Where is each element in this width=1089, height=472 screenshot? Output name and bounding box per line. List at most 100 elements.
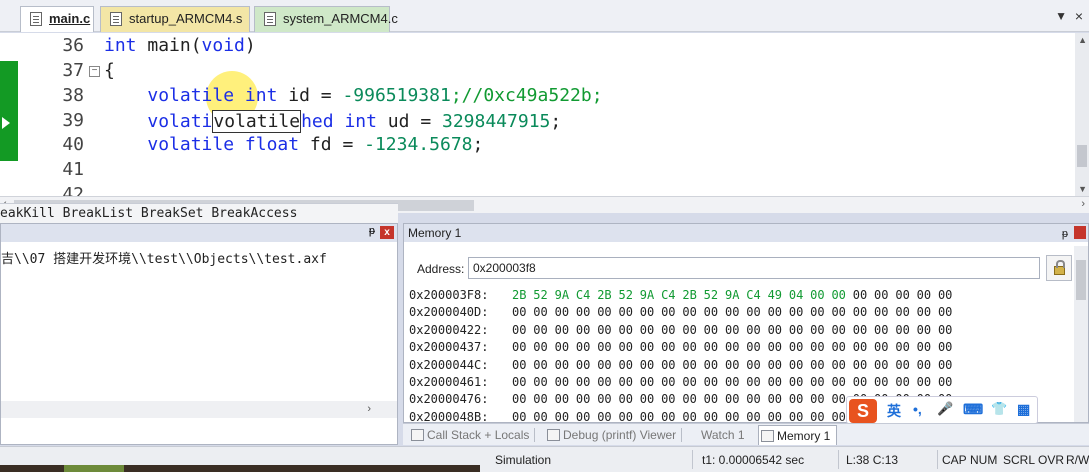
memory-byte[interactable]: 00 <box>938 304 959 321</box>
memory-byte[interactable]: 00 <box>810 322 831 339</box>
memory-byte[interactable]: 00 <box>853 287 874 304</box>
memory-byte[interactable]: 00 <box>810 357 831 374</box>
memory-byte[interactable]: 00 <box>874 304 895 321</box>
memory-byte[interactable]: 00 <box>938 322 959 339</box>
memory-byte[interactable]: 9A <box>640 287 661 304</box>
punctuation-toggle[interactable]: •, <box>913 401 922 417</box>
ime-toolbar[interactable]: S 英 •, 🎤 ⌨ 👕 ▦ <box>846 396 1038 424</box>
memory-byte[interactable]: 00 <box>831 322 852 339</box>
memory-byte[interactable]: 00 <box>704 374 725 391</box>
memory-byte[interactable]: 00 <box>789 391 810 408</box>
memory-byte[interactable]: 00 <box>874 357 895 374</box>
memory-byte[interactable]: 00 <box>682 374 703 391</box>
memory-byte[interactable]: 00 <box>597 322 618 339</box>
sogou-logo-icon[interactable]: S <box>849 399 877 423</box>
memory-byte[interactable]: 00 <box>618 322 639 339</box>
memory-byte[interactable]: 00 <box>661 374 682 391</box>
memory-byte[interactable]: 00 <box>682 322 703 339</box>
memory-byte[interactable]: 00 <box>895 357 916 374</box>
memory-byte[interactable]: 00 <box>597 409 618 422</box>
scroll-right-icon[interactable]: › <box>367 403 371 415</box>
memory-byte[interactable]: 00 <box>917 374 938 391</box>
memory-byte[interactable]: 00 <box>746 391 767 408</box>
memory-byte[interactable]: 00 <box>576 322 597 339</box>
toolbox-icon[interactable]: ▦ <box>1017 401 1030 418</box>
memory-byte[interactable]: 2B <box>512 287 533 304</box>
memory-byte[interactable]: 00 <box>725 409 746 422</box>
pin-icon[interactable]: ᵽ <box>369 225 375 237</box>
memory-byte[interactable]: 00 <box>533 339 554 356</box>
memory-byte[interactable]: 00 <box>831 304 852 321</box>
address-input[interactable]: 0x200003f8 <box>468 257 1040 279</box>
tab-main-c[interactable]: main.c <box>20 6 94 32</box>
memory-byte[interactable]: 00 <box>853 322 874 339</box>
memory-byte[interactable]: 00 <box>597 304 618 321</box>
memory-byte[interactable]: 00 <box>895 322 916 339</box>
memory-byte[interactable]: 00 <box>618 391 639 408</box>
fold-toggle-icon[interactable]: − <box>89 66 100 77</box>
keyboard-icon[interactable]: ⌨ <box>963 401 983 418</box>
memory-byte[interactable]: 00 <box>597 391 618 408</box>
memory-byte[interactable]: 00 <box>512 304 533 321</box>
memory-byte[interactable]: 00 <box>746 357 767 374</box>
memory-byte[interactable]: 00 <box>938 374 959 391</box>
scroll-thumb[interactable] <box>1076 260 1086 300</box>
memory-byte[interactable]: 00 <box>640 409 661 422</box>
memory-byte[interactable]: 00 <box>895 374 916 391</box>
memory-byte[interactable]: 00 <box>512 409 533 422</box>
close-tab-icon[interactable]: × <box>1075 8 1083 24</box>
memory-byte[interactable]: 00 <box>746 409 767 422</box>
memory-byte[interactable]: 00 <box>789 322 810 339</box>
memory-byte[interactable]: 00 <box>661 409 682 422</box>
memory-byte[interactable]: 00 <box>810 409 831 422</box>
memory-byte[interactable]: 00 <box>831 374 852 391</box>
memory-byte[interactable]: 2B <box>682 287 703 304</box>
memory-byte[interactable]: 00 <box>555 357 576 374</box>
lock-button[interactable] <box>1046 255 1072 281</box>
editor-vertical-scrollbar[interactable]: ▲ ▼ <box>1075 33 1089 196</box>
memory-byte[interactable]: 00 <box>533 322 554 339</box>
memory-byte[interactable]: 00 <box>576 374 597 391</box>
memory-byte[interactable]: 00 <box>789 357 810 374</box>
memory-byte[interactable]: 00 <box>746 339 767 356</box>
memory-byte[interactable]: 00 <box>746 374 767 391</box>
memory-byte[interactable]: 00 <box>640 304 661 321</box>
memory-byte[interactable]: 00 <box>704 339 725 356</box>
memory-byte[interactable]: 00 <box>725 357 746 374</box>
memory-byte[interactable]: 00 <box>917 322 938 339</box>
memory-byte[interactable]: C4 <box>746 287 767 304</box>
memory-byte[interactable]: 00 <box>917 287 938 304</box>
memory-byte[interactable]: 2B <box>597 287 618 304</box>
memory-byte[interactable]: 00 <box>938 357 959 374</box>
memory-byte[interactable]: 00 <box>746 304 767 321</box>
memory-byte[interactable]: 00 <box>810 287 831 304</box>
memory-byte[interactable]: C4 <box>661 287 682 304</box>
close-panel-icon[interactable] <box>1074 226 1086 239</box>
memory-byte[interactable]: 00 <box>895 339 916 356</box>
memory-byte[interactable]: 00 <box>512 374 533 391</box>
memory-byte[interactable]: 00 <box>768 374 789 391</box>
scroll-down-icon[interactable]: ▼ <box>1078 184 1087 194</box>
memory-byte[interactable]: 00 <box>938 339 959 356</box>
memory-byte[interactable]: 00 <box>555 322 576 339</box>
memory-byte[interactable]: 00 <box>725 391 746 408</box>
memory-byte[interactable]: 00 <box>768 322 789 339</box>
memory-byte[interactable]: 00 <box>533 304 554 321</box>
memory-byte[interactable]: 00 <box>618 339 639 356</box>
code-editor[interactable]: 36 37 38 39 40 41 42 − int main(void) { … <box>0 33 1089 196</box>
memory-byte[interactable]: 00 <box>789 409 810 422</box>
memory-byte[interactable]: 00 <box>512 391 533 408</box>
memory-byte[interactable]: 00 <box>789 339 810 356</box>
memory-byte[interactable]: 00 <box>640 357 661 374</box>
memory-byte[interactable]: 00 <box>618 409 639 422</box>
memory-byte[interactable]: 04 <box>789 287 810 304</box>
memory-byte[interactable]: 00 <box>533 391 554 408</box>
memory-byte[interactable]: 00 <box>725 374 746 391</box>
skin-icon[interactable]: 👕 <box>991 401 1007 417</box>
memory-byte[interactable]: 00 <box>789 374 810 391</box>
memory-byte[interactable]: 00 <box>555 391 576 408</box>
memory-byte[interactable]: 52 <box>704 287 725 304</box>
scroll-thumb[interactable] <box>1077 145 1087 167</box>
memory-byte[interactable]: 00 <box>597 357 618 374</box>
memory-byte[interactable]: 00 <box>640 322 661 339</box>
